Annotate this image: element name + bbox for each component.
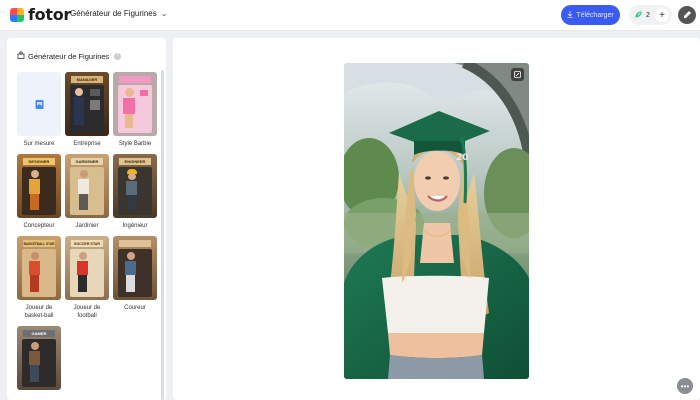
box-label: GAMER [23,330,55,337]
ellipsis-icon: ••• [680,381,690,391]
tool-selector-label: Générateur de Figurines [70,9,157,18]
box-label [119,240,151,247]
template-custom[interactable]: Sur mesure [17,72,61,148]
box-label: DESIGNER [23,158,55,165]
template-label: Coureur [124,305,146,311]
template-runner[interactable]: Coureur [113,236,157,312]
cap-number: 20 [456,153,469,163]
template-gamer[interactable]: GAMER [17,326,61,394]
chevron-down-icon: ⌄ [160,9,168,18]
panel-scrollbar[interactable] [161,70,164,400]
help-icon[interactable]: ? [114,52,122,60]
template-thumbnail [113,72,157,136]
template-label: Ingénieur [122,223,148,229]
image-edit-icon [514,71,521,78]
box-label: BASKETBALL STAR [23,240,55,247]
add-credits-button[interactable]: + [655,8,669,22]
graduation-portrait: 20 [344,63,529,379]
leaf-icon [635,11,642,20]
template-thumbnail [113,236,157,300]
user-avatar[interactable] [678,6,696,24]
download-button[interactable]: Télécharger [561,5,620,25]
template-thumbnail: GARDENER [65,154,109,218]
template-gardener[interactable]: GARDENER Jardinier [65,154,109,230]
credits-badge[interactable]: 2 + [629,5,672,25]
generated-photo[interactable]: 20 [344,63,529,379]
fotor-logo[interactable]: fotor [10,6,71,24]
brush-icon [684,11,691,18]
box-label: MANAGER [71,76,103,83]
template-thumbnail: BASKETBALL STAR [17,236,61,300]
template-label: Sur mesure [23,141,55,147]
more-options-button[interactable]: ••• [677,378,693,394]
template-label: Entreprise [73,141,101,147]
template-thumbnail: SOCCER STAR [65,236,109,300]
canvas-area: 20 [173,38,700,400]
template-designer[interactable]: DESIGNER Concepteur [17,154,61,230]
download-icon [567,10,573,20]
template-label: Jardinier [75,223,99,229]
template-label: Joueur de football [73,305,101,319]
template-thumbnail [17,72,61,136]
download-label: Télécharger [576,11,614,19]
template-thumbnail: MANAGER [65,72,109,136]
template-panel: Générateur de Figurines ? Sur mesure MAN… [7,38,166,400]
template-label: Joueur de basket-ball [24,305,54,319]
panel-header: Générateur de Figurines ? [17,51,122,61]
logo-text: fotor [28,5,71,24]
template-business[interactable]: MANAGER Entreprise [65,72,109,148]
box-label: GARDENER [71,158,103,165]
credits-count: 2 [646,11,650,19]
upload-image-icon [35,99,43,109]
template-label: Style Barbie [118,141,152,147]
template-thumbnail: DESIGNER [17,154,61,218]
edit-image-button[interactable] [511,68,524,81]
box-label: ENGINEER [119,158,151,165]
panel-title: Générateur de Figurines [28,51,110,61]
template-basketball[interactable]: BASKETBALL STAR Joueur de basket-ball [17,236,61,320]
top-bar: fotor Générateur de Figurines ⌄ Téléchar… [0,0,700,31]
box-label [119,76,151,83]
box-label: SOCCER STAR [71,240,103,247]
template-thumbnail: GAMER [17,326,61,390]
figurine-icon [17,51,25,61]
template-engineer[interactable]: ENGINEER Ingénieur [113,154,157,230]
tool-selector[interactable]: Générateur de Figurines ⌄ [70,9,167,18]
logo-icon [10,8,24,22]
template-thumbnail: ENGINEER [113,154,157,218]
template-football[interactable]: SOCCER STAR Joueur de football [65,236,109,320]
template-barbie[interactable]: Style Barbie [113,72,157,148]
template-label: Concepteur [23,223,55,229]
